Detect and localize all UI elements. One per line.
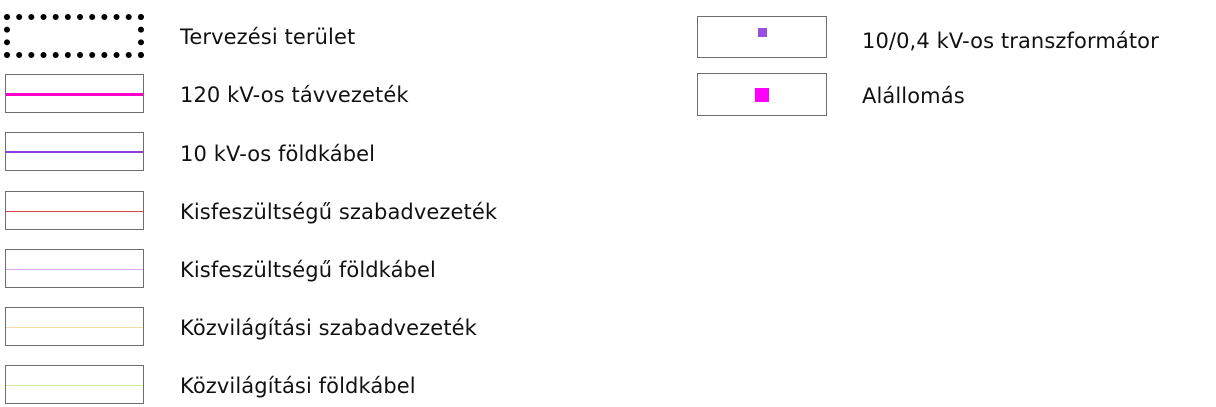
legend-label: 10 kV-os földkábel [180,142,376,166]
legend-label: Tervezési terület [180,25,356,49]
legend-label: Alállomás [862,84,965,108]
legend-label: 120 kV-os távvezeték [180,83,409,107]
line-sample [6,210,143,212]
legend-label: Közvilágítási szabadvezeték [180,316,477,340]
line-swatch-120kv [5,74,144,113]
substation-swatch [697,73,827,116]
line-sample [6,150,143,153]
transformer-symbol [758,28,767,37]
line-sample [6,384,143,386]
line-sample [6,326,143,328]
legend-label: 10/0,4 kV-os transzformátor [862,29,1159,53]
legend-label: Közvilágítási földkábel [180,374,416,398]
line-swatch-streetlight-overhead [5,307,144,346]
legend-label: Kisfeszültségű szabadvezeték [180,200,498,224]
line-sample [6,92,143,96]
line-swatch-streetlight-underground [5,365,144,404]
substation-symbol [755,87,769,102]
transformer-swatch [697,16,827,58]
line-swatch-lv-overhead [5,191,144,230]
planning-area-swatch [4,14,144,58]
line-swatch-10kv [5,132,144,171]
legend-label: Kisfeszültségű földkábel [180,258,436,282]
line-swatch-lv-underground [5,249,144,288]
line-sample [6,268,143,270]
